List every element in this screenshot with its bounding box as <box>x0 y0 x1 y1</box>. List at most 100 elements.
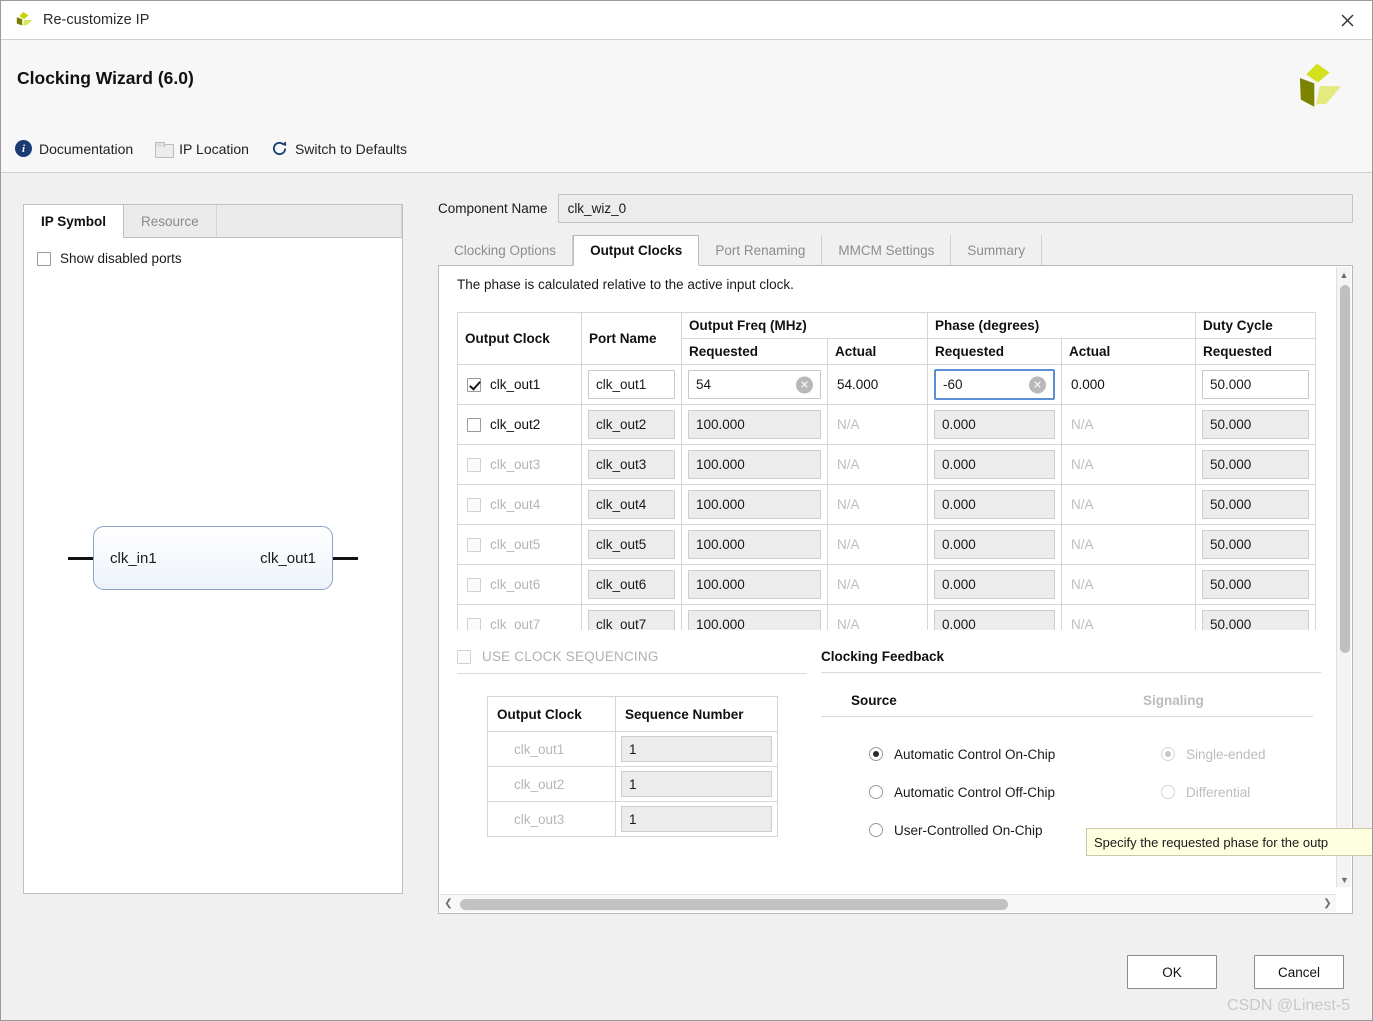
clear-field-icon[interactable]: ✕ <box>796 376 813 393</box>
vertical-scroll-thumb[interactable] <box>1340 285 1350 653</box>
phase-requested-input[interactable]: 0.000 <box>934 410 1055 439</box>
freq-requested-input[interactable]: 100.000 <box>688 410 821 439</box>
refresh-icon <box>272 141 287 156</box>
cell-freq-requested: 100.000 <box>681 564 828 605</box>
duty-requested-input[interactable]: 50.000 <box>1202 490 1309 519</box>
port-name-input[interactable]: clk_out3 <box>588 450 675 479</box>
tab-resource[interactable]: Resource <box>124 205 217 237</box>
component-name-input[interactable]: clk_wiz_0 <box>557 193 1353 223</box>
phase-requested-input[interactable]: 0.000 <box>934 450 1055 479</box>
scroll-left-icon[interactable]: ❮ <box>440 898 457 909</box>
port-name-input[interactable]: clk_out1 <box>588 370 675 399</box>
duty-requested-input[interactable]: 50.000 <box>1202 570 1309 599</box>
sequence-number-input[interactable]: 1 <box>621 806 772 832</box>
sequence-number-input[interactable]: 1 <box>621 771 772 797</box>
dialog-body: IP Symbol Resource Show disabled ports c… <box>1 173 1372 947</box>
port-name-input[interactable]: clk_out2 <box>588 410 675 439</box>
phase-requested-input[interactable]: 0.000 <box>934 490 1055 519</box>
freq-requested-input[interactable]: 100.000 <box>688 530 821 559</box>
tab-summary-label: Summary <box>967 242 1026 258</box>
phase-requested-input[interactable]: 0.000 <box>934 570 1055 599</box>
tab-summary[interactable]: Summary <box>951 235 1043 265</box>
port-name-value: clk_out7 <box>596 617 647 630</box>
freq-requested-input[interactable]: 100.000 <box>688 450 821 479</box>
tab-clocking-options[interactable]: Clocking Options <box>438 235 574 265</box>
cell-freq-requested: 100.000 <box>681 604 828 630</box>
freq-requested-input[interactable]: 100.000 <box>688 490 821 519</box>
table-row: clk_out5 clk_out5 100.000 N/A 0.000 N/A 50.000 <box>457 524 1316 565</box>
cell-sequence-number: 1 <box>615 801 778 837</box>
port-name-value: clk_out4 <box>596 497 647 512</box>
ok-button[interactable]: OK <box>1127 955 1217 989</box>
output-clock-checkbox[interactable]: clk_out4 <box>458 497 581 512</box>
output-pin <box>333 556 358 560</box>
output-clock-checkbox[interactable]: clk_out3 <box>458 457 581 472</box>
freq-requested-input[interactable]: 100.000 <box>688 610 821 630</box>
freq-requested-input[interactable]: 100.000 <box>688 570 821 599</box>
duty-requested-value: 50.000 <box>1210 417 1252 432</box>
output-clock-checkbox[interactable]: clk_out7 <box>458 617 581 630</box>
th-output-freq: Output Freq (MHz) <box>681 312 928 339</box>
scroll-down-icon[interactable]: ▼ <box>1337 872 1352 887</box>
scroll-up-icon[interactable]: ▲ <box>1337 267 1351 282</box>
duty-requested-input[interactable]: 50.000 <box>1202 410 1309 439</box>
cell-phase-actual: N/A <box>1061 604 1196 630</box>
duty-requested-input[interactable]: 50.000 <box>1202 370 1309 399</box>
documentation-link[interactable]: i Documentation <box>15 140 133 157</box>
horizontal-scroll-track[interactable] <box>457 895 1319 913</box>
window-title: Re-customize IP <box>43 12 150 28</box>
close-icon[interactable] <box>1322 1 1372 39</box>
cell-freq-requested: 100.000 <box>681 444 828 485</box>
freq-requested-input[interactable]: 54 ✕ <box>688 370 821 399</box>
component-name-label: Component Name <box>438 200 548 216</box>
duty-requested-input[interactable]: 50.000 <box>1202 610 1309 630</box>
source-radio-0[interactable]: Automatic Control On-Chip <box>869 735 1113 773</box>
clocking-feedback-section: Clocking Feedback Source Automatic Contr… <box>821 649 1321 849</box>
clear-field-icon[interactable]: ✕ <box>1029 376 1046 393</box>
phase-requested-input[interactable]: 0.000 <box>934 530 1055 559</box>
cell-seq-output-clock: clk_out1 <box>487 731 616 767</box>
cancel-button-label: Cancel <box>1277 964 1321 980</box>
horizontal-scroll-thumb[interactable] <box>460 898 1008 910</box>
phase-requested-input[interactable]: 0.000 <box>934 610 1055 630</box>
cell-phase-actual: N/A <box>1061 484 1196 525</box>
phase-requested-input[interactable]: -60 ✕ <box>934 369 1055 400</box>
sequence-table-body: clk_out1 1 clk_out2 1 clk_out3 1 <box>487 731 778 837</box>
symbol-input-port-label: clk_in1 <box>110 549 157 567</box>
port-name-input[interactable]: clk_out5 <box>588 530 675 559</box>
tab-output-clocks[interactable]: Output Clocks <box>573 235 700 266</box>
port-name-input[interactable]: clk_out4 <box>588 490 675 519</box>
port-name-value: clk_out6 <box>596 577 647 592</box>
show-disabled-ports-checkbox[interactable]: Show disabled ports <box>37 251 182 266</box>
table-row: clk_out1 clk_out1 54 ✕ 54.000 -60 ✕ 0.000 50.000 <box>457 364 1316 405</box>
source-radio-2[interactable]: User-Controlled On-Chip <box>869 811 1113 849</box>
port-name-input[interactable]: clk_out7 <box>588 610 675 630</box>
output-clock-checkbox[interactable]: clk_out1 <box>458 377 581 392</box>
cell-freq-actual: N/A <box>827 444 928 485</box>
signaling-radio-1: Differential <box>1161 773 1313 811</box>
scroll-right-icon[interactable]: ❯ <box>1319 898 1336 909</box>
output-clock-checkbox[interactable]: clk_out6 <box>458 577 581 592</box>
duty-requested-input[interactable]: 50.000 <box>1202 450 1309 479</box>
sequence-number-input[interactable]: 1 <box>621 736 772 762</box>
pane-vertical-scrollbar[interactable]: ▲ ▼ <box>1336 267 1351 887</box>
pane-horizontal-scrollbar[interactable]: ❮ ❯ <box>440 894 1336 912</box>
tab-ip-symbol[interactable]: IP Symbol <box>24 205 125 238</box>
switch-to-defaults-link[interactable]: Switch to Defaults <box>271 140 407 157</box>
use-clock-sequencing-checkbox[interactable]: USE CLOCK SEQUENCING <box>457 649 807 664</box>
radio-button-icon <box>869 785 883 799</box>
table-row: clk_out2 clk_out2 100.000 N/A 0.000 N/A 50.000 <box>457 404 1316 445</box>
cell-phase-actual: N/A <box>1061 524 1196 565</box>
port-name-input[interactable]: clk_out6 <box>588 570 675 599</box>
output-clock-checkbox[interactable]: clk_out5 <box>458 537 581 552</box>
xilinx-brand-logo-icon <box>1299 63 1342 107</box>
duty-requested-input[interactable]: 50.000 <box>1202 530 1309 559</box>
cancel-button[interactable]: Cancel <box>1254 955 1344 989</box>
signaling-radio-group: Single-ended Differential <box>1113 735 1313 811</box>
source-radio-group: Automatic Control On-Chip Automatic Contr… <box>821 735 1113 849</box>
ip-location-link[interactable]: IP Location <box>155 141 249 158</box>
tab-port-renaming[interactable]: Port Renaming <box>699 235 823 265</box>
source-radio-1[interactable]: Automatic Control Off-Chip <box>869 773 1113 811</box>
output-clock-checkbox[interactable]: clk_out2 <box>458 417 581 432</box>
tab-mmcm-settings[interactable]: MMCM Settings <box>822 235 952 265</box>
